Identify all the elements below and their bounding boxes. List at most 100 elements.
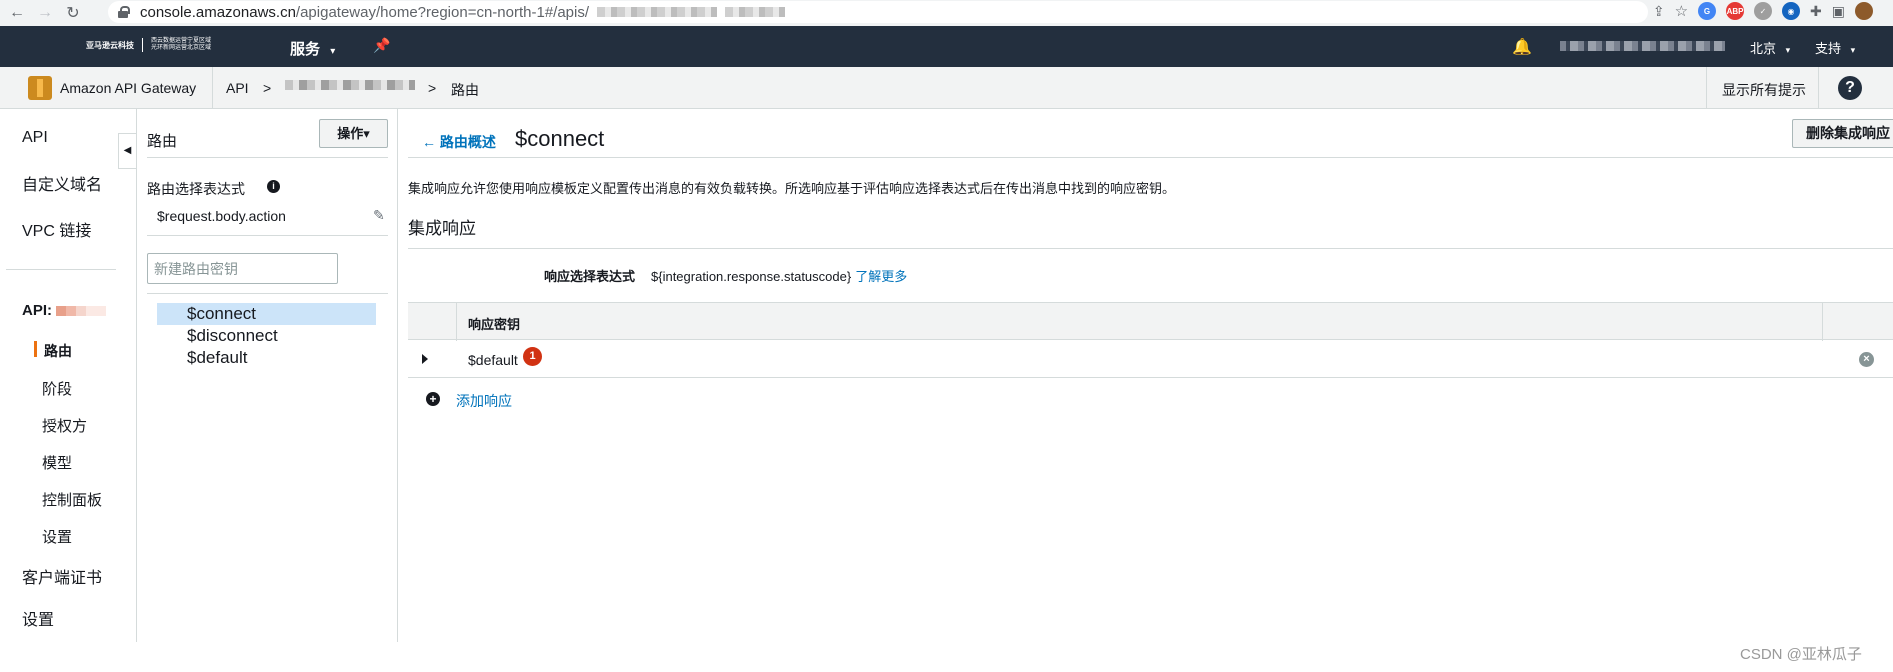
divider bbox=[1706, 67, 1707, 109]
extension-icons: ⇪ ☆ G ABP ✓ ◉ ✚ ▣ bbox=[1653, 2, 1873, 20]
nav-divider bbox=[6, 269, 116, 270]
shield-ext-icon[interactable]: ✓ bbox=[1754, 2, 1773, 20]
column-divider bbox=[1822, 303, 1823, 341]
divider bbox=[408, 248, 1893, 249]
url-path: /apigateway/home?region=cn-north-1#/apis… bbox=[295, 3, 590, 21]
nav-routes[interactable]: 路由 bbox=[44, 341, 72, 361]
actions-button[interactable]: 操作▾ bbox=[319, 119, 388, 148]
page-title: $connect bbox=[515, 126, 605, 151]
url-host: console.amazonaws.cn bbox=[140, 3, 296, 21]
puzzle-icon[interactable]: ✚ bbox=[1810, 3, 1822, 20]
expand-caret-icon[interactable] bbox=[422, 354, 428, 364]
nav-models[interactable]: 模型 bbox=[42, 452, 72, 473]
nav-api[interactable]: API bbox=[22, 129, 48, 147]
left-navigation: API 自定义域名 VPC 链接 API: 路由 阶段 授权方 模型 控制面板 … bbox=[0, 109, 137, 642]
address-bar[interactable]: console.amazonaws.cn /apigateway/home?re… bbox=[108, 1, 1648, 23]
chevron-down-icon: ▾ bbox=[330, 46, 336, 57]
share-icon[interactable]: ⇪ bbox=[1653, 3, 1665, 20]
breadcrumb-separator: > bbox=[263, 80, 272, 96]
forward-arrow-icon[interactable]: → bbox=[34, 2, 56, 24]
region-label: 北京 bbox=[1750, 41, 1777, 56]
support-menu[interactable]: 支持 ▾ bbox=[1815, 38, 1855, 57]
translate-ext-icon[interactable]: G bbox=[1698, 2, 1717, 20]
ext-icon[interactable]: ◉ bbox=[1782, 2, 1801, 20]
back-arrow-icon[interactable]: ← bbox=[6, 2, 28, 24]
nav-stages[interactable]: 阶段 bbox=[42, 378, 72, 399]
adblock-ext-icon[interactable]: ABP bbox=[1726, 2, 1745, 20]
redacted-url bbox=[597, 7, 718, 17]
logo-sub-line-2: 光环新网运营北京区域 bbox=[151, 45, 212, 51]
route-overview-link[interactable]: ← 路由概述 bbox=[422, 132, 496, 152]
service-bar: Amazon API Gateway API > > 路由 显示所有提示 ? bbox=[0, 67, 1893, 109]
nav-api-heading[interactable]: API: bbox=[22, 302, 107, 319]
route-selection-expression-label: 路由选择表达式 bbox=[147, 181, 245, 197]
reload-icon[interactable]: ↻ bbox=[62, 2, 84, 24]
delete-integration-response-button[interactable]: 删除集成响应 bbox=[1792, 119, 1893, 148]
column-divider bbox=[456, 303, 457, 341]
aws-top-nav: 亚马逊云科技 西云数据运营宁夏区域 光环新网运营北京区域 服务 ▾ 📌 🔔 北京… bbox=[0, 26, 1893, 67]
breadcrumb-separator: > bbox=[428, 80, 437, 96]
redacted-api-name[interactable] bbox=[285, 80, 415, 90]
active-indicator bbox=[34, 341, 37, 357]
route-selection-expression-value: $request.body.action bbox=[157, 208, 286, 224]
nav-api-settings[interactable]: 设置 bbox=[42, 526, 72, 547]
nav-authorizers[interactable]: 授权方 bbox=[42, 415, 87, 436]
logo-sub-line-1: 西云数据运营宁夏区域 bbox=[151, 38, 212, 44]
pencil-icon[interactable]: ✎ bbox=[373, 207, 385, 224]
lock-icon bbox=[118, 6, 130, 18]
services-label: 服务 bbox=[290, 41, 321, 58]
info-icon[interactable]: i bbox=[267, 180, 280, 193]
section-title: 集成响应 bbox=[408, 219, 476, 238]
collapse-nav-toggle[interactable]: ◀ bbox=[118, 133, 136, 169]
main-content: ← 路由概述 $connect 删除集成响应 集成响应允许您使用响应模板定义配置… bbox=[398, 109, 1893, 642]
star-icon[interactable]: ☆ bbox=[1675, 2, 1688, 20]
routes-panel: 路由 操作▾ 路由选择表达式 i $request.body.action ✎ … bbox=[137, 109, 398, 642]
nav-client-certificates[interactable]: 客户端证书 bbox=[22, 564, 102, 588]
remove-icon[interactable]: × bbox=[1859, 352, 1874, 367]
divider bbox=[212, 67, 213, 109]
pin-icon[interactable]: 📌 bbox=[373, 37, 390, 54]
nav-dashboard[interactable]: 控制面板 bbox=[42, 489, 102, 510]
selection-expression: ${integration.response.statuscode} bbox=[651, 269, 852, 284]
api-gateway-icon bbox=[28, 76, 52, 100]
region-menu[interactable]: 北京 ▾ bbox=[1750, 38, 1790, 57]
divider bbox=[147, 235, 388, 236]
add-response-link[interactable]: 添加响应 bbox=[456, 391, 512, 411]
response-selection-expression-label: 响应选择表达式 bbox=[544, 269, 636, 284]
service-name[interactable]: Amazon API Gateway bbox=[60, 80, 196, 96]
route-item-default[interactable]: $default bbox=[157, 347, 376, 369]
route-item-disconnect[interactable]: $disconnect bbox=[157, 325, 376, 347]
chevron-down-icon: ▾ bbox=[1785, 45, 1791, 55]
new-route-key-input[interactable] bbox=[147, 253, 338, 284]
divider bbox=[1818, 67, 1819, 109]
help-icon[interactable]: ? bbox=[1838, 76, 1862, 100]
services-menu[interactable]: 服务 ▾ bbox=[290, 38, 335, 59]
route-item-connect[interactable]: $connect bbox=[157, 303, 376, 325]
watermark: CSDN @亚林瓜子 bbox=[1740, 646, 1862, 663]
breadcrumb-routes: 路由 bbox=[451, 82, 479, 98]
divider bbox=[408, 157, 1893, 158]
bell-icon[interactable]: 🔔 bbox=[1512, 37, 1532, 57]
profile-avatar[interactable] bbox=[1855, 2, 1873, 20]
show-all-hints-link[interactable]: 显示所有提示 bbox=[1722, 80, 1806, 100]
nav-api-label: API: bbox=[22, 302, 52, 319]
support-label: 支持 bbox=[1815, 41, 1842, 56]
nav-settings[interactable]: 设置 bbox=[22, 606, 54, 630]
logo-brand: 亚马逊云科技 bbox=[86, 40, 134, 50]
error-badge: 1 bbox=[523, 347, 542, 366]
table-header: 响应密钥 bbox=[408, 302, 1893, 341]
aws-logo[interactable]: 亚马逊云科技 西云数据运营宁夏区域 光环新网运营北京区域 bbox=[86, 38, 211, 52]
nav-custom-domains[interactable]: 自定义域名 bbox=[22, 171, 102, 195]
logo-sub: 西云数据运营宁夏区域 光环新网运营北京区域 bbox=[142, 38, 211, 52]
table-row[interactable]: $default 1 × bbox=[408, 340, 1893, 378]
divider bbox=[147, 293, 388, 294]
description: 集成响应允许您使用响应模板定义配置传出消息的有效负载转换。所选响应基于评估响应选… bbox=[408, 181, 1176, 196]
learn-more-link[interactable]: 了解更多 bbox=[855, 269, 907, 284]
browser-toolbar: ← → ↻ console.amazonaws.cn /apigateway/h… bbox=[0, 0, 1893, 26]
plus-circle-icon[interactable]: + bbox=[426, 392, 440, 406]
nav-vpc-links[interactable]: VPC 链接 bbox=[22, 217, 91, 241]
breadcrumb-api[interactable]: API bbox=[226, 80, 249, 96]
response-key: $default bbox=[468, 352, 518, 368]
account-menu[interactable] bbox=[1560, 41, 1725, 51]
sidepanel-icon[interactable]: ▣ bbox=[1832, 3, 1845, 20]
